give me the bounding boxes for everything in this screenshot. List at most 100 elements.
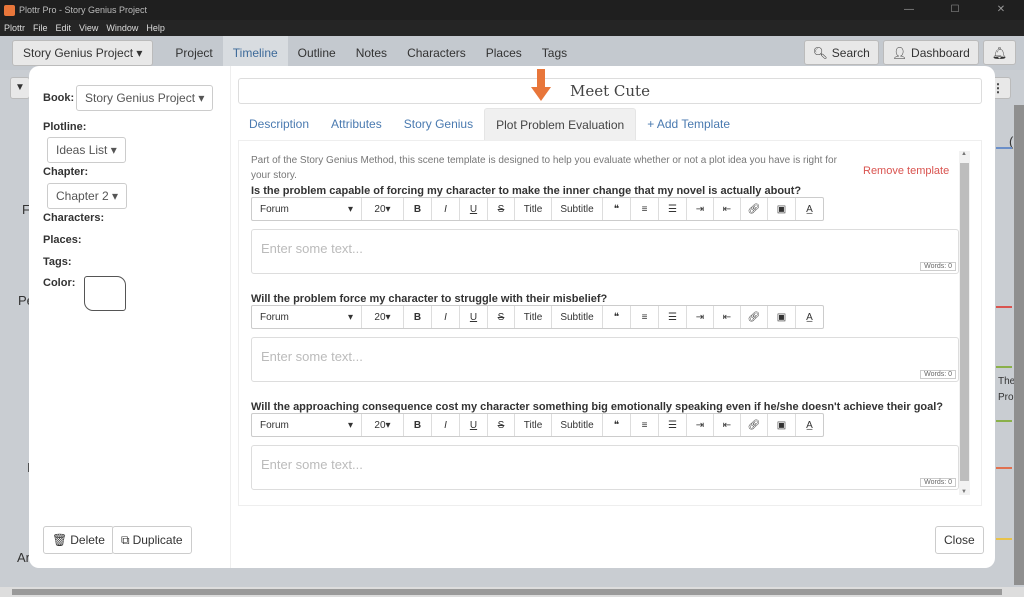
underline-button[interactable]: U [460, 198, 488, 220]
italic-button[interactable]: I [432, 198, 460, 220]
menu-edit[interactable]: Edit [56, 23, 72, 33]
tab-characters[interactable]: Characters [397, 36, 476, 70]
menu-window[interactable]: Window [106, 23, 138, 33]
characters-label[interactable]: Characters: [43, 212, 104, 224]
tab-tags[interactable]: Tags [532, 36, 577, 70]
scroll-up-icon[interactable]: ▲ [961, 151, 967, 157]
bullet-list-button[interactable]: ☰ [659, 306, 687, 328]
quote-button[interactable]: ❝ [603, 414, 631, 436]
font-select[interactable]: Forum ▾ [252, 306, 362, 328]
maximize-button[interactable]: ☐ [932, 0, 978, 20]
duplicate-button[interactable]: ⧉ Duplicate [112, 526, 192, 554]
tags-label[interactable]: Tags: [43, 256, 72, 268]
subtitle-button[interactable]: Subtitle [552, 198, 603, 220]
close-window-button[interactable]: ✕ [978, 0, 1024, 20]
title-button[interactable]: Title [515, 306, 552, 328]
text-color-button[interactable]: A̲ [796, 306, 823, 328]
image-button[interactable]: ▣ [768, 414, 796, 436]
tab-plot-problem-evaluation[interactable]: Plot Problem Evaluation [484, 108, 637, 140]
link-button[interactable]: 🔗︎ [741, 306, 768, 328]
strikethrough-button[interactable]: S [488, 414, 515, 436]
chapter-dropdown[interactable]: Chapter 2 ▾ [47, 183, 128, 209]
subtitle-button[interactable]: Subtitle [552, 414, 603, 436]
bullet-list-button[interactable]: ☰ [659, 198, 687, 220]
tab-notes[interactable]: Notes [346, 36, 397, 70]
dashboard-button[interactable]: 👤︎ Dashboard [882, 40, 979, 65]
strikethrough-button[interactable]: S [488, 198, 515, 220]
link-button[interactable]: 🔗︎ [741, 198, 768, 220]
plotline-dropdown[interactable]: Ideas List ▾ [47, 137, 126, 163]
ordered-list-button[interactable]: ≡ [631, 198, 659, 220]
bold-button[interactable]: B [404, 306, 432, 328]
tab-project[interactable]: Project [165, 36, 222, 70]
bullet-list-icon: ☰ [668, 419, 677, 431]
size-select[interactable]: 20 ▾ [362, 198, 404, 220]
image-button[interactable]: ▣ [768, 306, 796, 328]
text-color-button[interactable]: A̲ [796, 198, 823, 220]
content-scrollbar[interactable]: ▲ ▼ [959, 151, 970, 495]
minimize-button[interactable]: — [886, 0, 932, 20]
quote-button[interactable]: ❝ [603, 198, 631, 220]
font-select[interactable]: Forum ▾ [252, 414, 362, 436]
project-dropdown[interactable]: Story Genius Project ▾ [12, 40, 154, 66]
italic-button[interactable]: I [432, 414, 460, 436]
scroll-down-icon[interactable]: ▼ [961, 489, 967, 495]
title-button[interactable]: Title [515, 198, 552, 220]
italic-button[interactable]: I [432, 306, 460, 328]
indent-button[interactable]: ⇥ [687, 198, 714, 220]
answer-editor[interactable]: Enter some text... Words: 0 [251, 445, 959, 490]
tab-attributes[interactable]: Attributes [320, 108, 393, 140]
places-label[interactable]: Places: [43, 234, 82, 246]
menu-plottr[interactable]: Plottr [4, 23, 25, 33]
scene-title-input[interactable]: Meet Cute [238, 78, 982, 104]
app-logo-icon [4, 4, 15, 16]
underline-button[interactable]: U [460, 306, 488, 328]
bold-button[interactable]: B [404, 414, 432, 436]
tab-story-genius[interactable]: Story Genius [393, 108, 484, 140]
color-picker[interactable] [84, 276, 126, 311]
template-description: Part of the Story Genius Method, this sc… [251, 155, 837, 181]
text-color-button[interactable]: A̲ [796, 414, 823, 436]
underline-button[interactable]: U [460, 414, 488, 436]
answer-editor[interactable]: Enter some text... Words: 0 [251, 337, 959, 382]
bg-vertical-scrollbar[interactable] [1014, 105, 1024, 585]
outdent-button[interactable]: ⇤ [714, 414, 741, 436]
bg-horizontal-scrollbar[interactable] [0, 587, 1024, 597]
delete-button[interactable]: 🗑︎ Delete [43, 526, 114, 554]
quote-button[interactable]: ❝ [603, 306, 631, 328]
tab-places[interactable]: Places [476, 36, 532, 70]
remove-template-link[interactable]: Remove template [863, 165, 949, 177]
ordered-list-button[interactable]: ≡ [631, 306, 659, 328]
tab-timeline[interactable]: Timeline [222, 36, 288, 70]
indent-button[interactable]: ⇥ [687, 306, 714, 328]
title-button[interactable]: Title [515, 414, 552, 436]
search-button[interactable]: 🔍︎ Search [803, 40, 879, 65]
link-icon: 🔗︎ [747, 203, 761, 215]
outdent-button[interactable]: ⇤ [714, 198, 741, 220]
menu-help[interactable]: Help [146, 23, 165, 33]
menu-view[interactable]: View [79, 23, 98, 33]
add-template-link[interactable]: + Add Template [636, 108, 741, 140]
size-select[interactable]: 20 ▾ [362, 306, 404, 328]
menu-file[interactable]: File [33, 23, 48, 33]
bullet-list-button[interactable]: ☰ [659, 414, 687, 436]
link-button[interactable]: 🔗︎ [741, 414, 768, 436]
outdent-button[interactable]: ⇤ [714, 306, 741, 328]
color-label: Color: [43, 277, 76, 289]
font-select[interactable]: Forum ▾ [252, 198, 362, 220]
size-select[interactable]: 20 ▾ [362, 414, 404, 436]
strikethrough-button[interactable]: S [488, 306, 515, 328]
notifications-button[interactable]: 🔔︎ [982, 40, 1016, 65]
close-button[interactable]: Close [935, 526, 984, 554]
tab-outline[interactable]: Outline [288, 36, 346, 70]
user-icon: 👤︎ [891, 45, 908, 60]
bold-button[interactable]: B [404, 198, 432, 220]
answer-editor[interactable]: Enter some text... Words: 0 [251, 229, 959, 274]
image-button[interactable]: ▣ [768, 198, 796, 220]
indent-button[interactable]: ⇥ [687, 414, 714, 436]
ordered-list-button[interactable]: ≡ [631, 414, 659, 436]
book-dropdown[interactable]: Story Genius Project ▾ [76, 85, 214, 111]
filter-button[interactable]: ▼ [10, 77, 30, 99]
tab-description[interactable]: Description [238, 108, 320, 140]
subtitle-button[interactable]: Subtitle [552, 306, 603, 328]
